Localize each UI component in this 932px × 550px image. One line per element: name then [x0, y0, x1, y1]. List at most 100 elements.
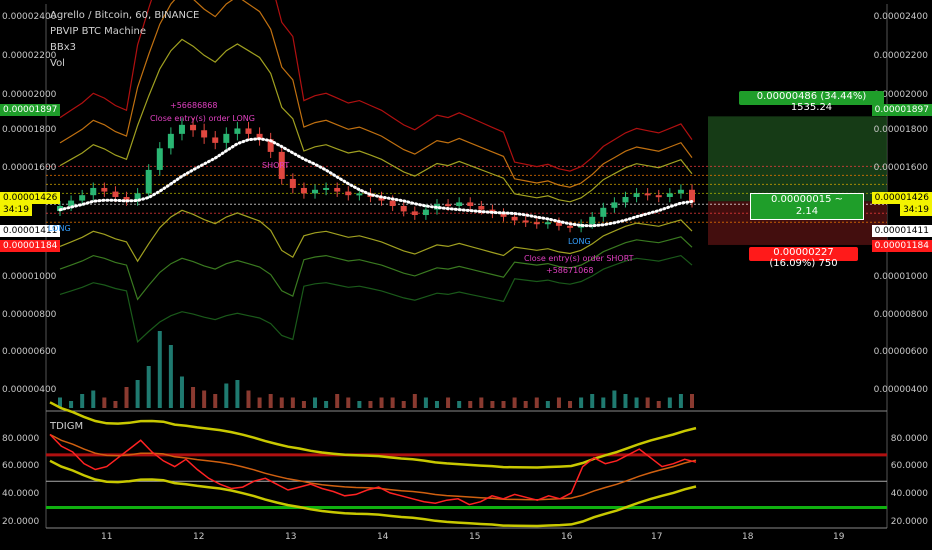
indicator-label-pbvip[interactable]: PBVIP BTC Machine — [50, 26, 146, 38]
osc-tick-left: 80.0000 — [2, 434, 40, 444]
osc-signal-line — [49, 433, 697, 501]
date-tick: 18 — [742, 532, 754, 542]
candle-body — [334, 187, 341, 192]
osc-rsi-line — [49, 433, 697, 506]
price-tag-last-left: 0.00001426 — [0, 192, 61, 204]
candle-body — [356, 193, 363, 196]
candle-body — [478, 206, 485, 210]
entry-box-line2[interactable]: 2.14 — [750, 206, 864, 220]
price-tick: 0.00002400 — [873, 12, 928, 22]
volume-bar — [335, 394, 340, 408]
candle-body — [289, 178, 296, 188]
candle-body — [522, 220, 529, 223]
bollinger-band — [59, 0, 693, 188]
volume-bar — [69, 401, 74, 408]
candle-body — [101, 187, 108, 192]
target-box[interactable]: 0.00000486 (34.44%) 1535.24 — [739, 91, 884, 113]
candle-body — [190, 124, 197, 131]
candle-body — [145, 169, 152, 194]
price-tick-left: 0.00000800 — [2, 310, 57, 320]
volume-bar — [623, 394, 628, 408]
signal-label: Close entry(s) order LONG — [150, 114, 255, 123]
volume-bar — [202, 390, 207, 408]
price-tick-left: 0.00001600 — [2, 163, 57, 173]
volume-bar — [279, 397, 284, 408]
bollinger-band — [59, 254, 693, 343]
price-tag-entry: 0.00001411 — [871, 225, 932, 237]
candle-body — [167, 133, 174, 149]
price-tag-stop: 0.00001184 — [871, 240, 932, 252]
signal-label: LONG — [568, 237, 591, 246]
candle-body — [467, 202, 474, 206]
volume-bar — [690, 394, 694, 408]
volume-bar — [390, 397, 395, 408]
symbol-title: Agrello / Bitcoin, 60, BINANCE — [50, 10, 200, 21]
volume-bar — [368, 401, 373, 408]
price-tick-left: 0.00000600 — [2, 347, 57, 357]
stop-box[interactable]: 0.00000227 (16.09%) 750 — [749, 247, 858, 269]
volume-bar — [80, 394, 85, 408]
volume-bar — [634, 397, 639, 408]
candle-body — [666, 193, 673, 197]
price-tick: 0.00000600 — [873, 347, 928, 357]
price-tick-left: 0.00000400 — [2, 385, 57, 395]
profit-zone — [708, 116, 887, 202]
volume-bar — [246, 390, 251, 408]
candle-body — [677, 189, 684, 194]
volume-bar — [290, 397, 295, 408]
volume-bar — [556, 397, 561, 408]
volume-bar — [191, 387, 196, 408]
price-tag-last: 0.00001426 — [871, 192, 932, 204]
volume-bar — [168, 345, 173, 408]
candle-body — [422, 209, 429, 216]
volume-bar — [512, 397, 517, 408]
volume-bar — [579, 397, 584, 408]
volume-bar — [135, 380, 140, 408]
candle-body — [644, 193, 651, 196]
volume-bar — [346, 397, 351, 408]
candle-body — [622, 196, 629, 203]
candle-body — [201, 130, 208, 138]
candle-body — [511, 216, 518, 221]
price-tag-target: 0.00001897 — [871, 104, 932, 116]
signal-label: +56686868 — [170, 101, 218, 110]
price-tick: 0.00000800 — [873, 310, 928, 320]
volume-bar — [667, 397, 672, 408]
volume-bar — [412, 394, 417, 408]
volume-bar — [379, 397, 384, 408]
osc-tick: 40.0000 — [890, 489, 928, 499]
candle-body — [600, 207, 607, 217]
volume-bar — [301, 401, 306, 408]
signal-label: SHORT — [262, 161, 290, 170]
candle-body — [68, 200, 75, 206]
osc-tick-left: 60.0000 — [2, 461, 40, 471]
oscillator-title[interactable]: TDIGM — [50, 421, 83, 433]
candle-body — [223, 133, 230, 143]
osc-tick: 20.0000 — [890, 517, 928, 527]
date-tick: 15 — [469, 532, 481, 542]
candle-body — [345, 191, 352, 196]
candle-body — [611, 202, 618, 208]
osc-tick: 80.0000 — [890, 434, 928, 444]
volume-bar — [423, 397, 428, 408]
candle-body — [156, 148, 163, 170]
price-tick: 0.00000400 — [873, 385, 928, 395]
candle-body — [234, 128, 241, 134]
candle-body — [567, 225, 574, 228]
chart-canvas — [45, 0, 888, 529]
volume-bar — [313, 397, 318, 408]
volume-bar — [224, 383, 229, 408]
volume-bar — [235, 380, 240, 408]
price-tick: 0.00001800 — [873, 125, 928, 135]
osc-tick-left: 40.0000 — [2, 489, 40, 499]
volume-bar — [656, 401, 661, 408]
price-tag-countdown-left: 34:19 — [0, 204, 32, 216]
volume-bar — [534, 397, 539, 408]
osc-lower-band — [49, 459, 697, 528]
volume-bar — [157, 331, 162, 408]
candle-body — [90, 187, 97, 196]
osc-tick-left: 20.0000 — [2, 517, 40, 527]
price-tick-left: 0.00002000 — [2, 90, 57, 100]
candle-body — [212, 137, 219, 143]
volume-bar — [479, 397, 484, 408]
